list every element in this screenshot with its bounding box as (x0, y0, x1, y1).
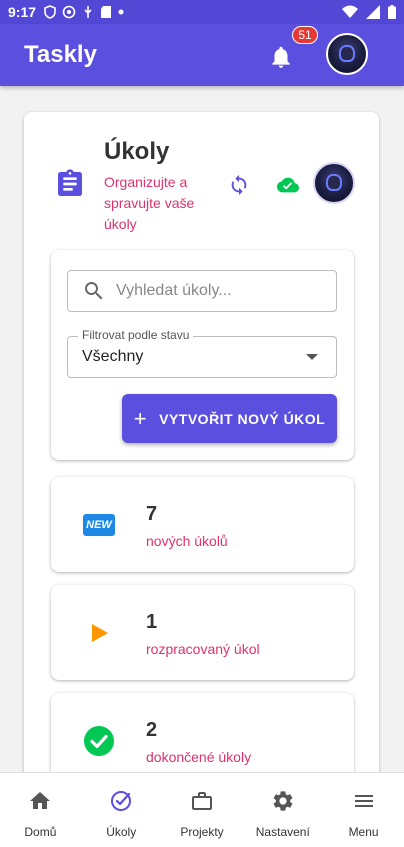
new-icon: NEW (83, 509, 115, 541)
stat-count: 2 (146, 719, 158, 741)
stat-count: 7 (146, 503, 158, 525)
stat-card-in-progress[interactable]: 1 rozpracovaný úkol (51, 585, 354, 680)
search-input[interactable] (116, 282, 316, 300)
search-icon (85, 282, 103, 300)
nav-label: Projekty (180, 825, 224, 839)
signal-icon (366, 5, 380, 19)
status-filter-select[interactable]: Filtrovat podle stavu Všechny (67, 328, 337, 378)
filter-panel: Filtrovat podle stavu Všechny + VYTVOŘIT… (51, 250, 354, 460)
stat-label: dokončené úkoly (146, 749, 252, 765)
page-subtitle: Organizujte a spravujte vaše úkoly (104, 174, 195, 232)
settings-icon (273, 791, 293, 811)
tasks-icon (111, 791, 132, 811)
cloud-done-icon (277, 177, 299, 193)
shield-icon (44, 5, 56, 19)
notification-bell-icon[interactable] (268, 44, 294, 70)
stat-label: rozpracovaný úkol (146, 641, 260, 657)
status-bar: 9:17 (0, 0, 404, 24)
wifi-icon (342, 5, 358, 18)
status-system-icons (342, 5, 396, 19)
create-task-button[interactable]: + VYTVOŘIT NOVÝ ÚKOL (122, 394, 337, 443)
home-icon (30, 792, 51, 809)
plus-icon: + (133, 405, 148, 431)
dropdown-arrow-icon (306, 354, 318, 360)
sync-icon[interactable] (228, 174, 250, 196)
nav-item-menu[interactable]: Menu (323, 773, 404, 847)
nav-label: Nastavení (255, 825, 310, 839)
search-field[interactable] (67, 270, 337, 312)
stat-label: nových úkolů (146, 533, 228, 549)
menu-icon (354, 795, 373, 807)
dot-icon (118, 9, 124, 15)
nav-item-projects[interactable]: Projekty (162, 773, 243, 847)
tasks-card: Úkoly Organizujte a spravujte vaše úkoly… (24, 112, 379, 812)
create-task-label: VYTVOŘIT NOVÝ ÚKOL (159, 410, 326, 427)
target-icon (62, 5, 76, 19)
bottom-navigation: Domů Úkoly Projekty Nastavení Menu (0, 772, 404, 847)
status-filter-label: Filtrovat podle stavu (78, 328, 194, 342)
briefcase-icon (191, 792, 212, 810)
status-time: 9:17 (8, 4, 37, 20)
status-notification-icons (44, 5, 124, 19)
profile-avatar[interactable] (313, 162, 355, 204)
nav-label: Úkoly (106, 825, 137, 839)
check-circle-icon (83, 725, 115, 757)
page-title: Úkoly (104, 138, 170, 165)
nav-item-settings[interactable]: Nastavení (242, 773, 323, 847)
sd-card-icon (101, 6, 112, 18)
play-icon (83, 617, 115, 649)
notification-count-badge: 51 (292, 26, 318, 44)
nav-label: Menu (348, 825, 379, 839)
app-title: Taskly (24, 41, 97, 68)
user-avatar[interactable] (326, 33, 368, 75)
battery-icon (388, 5, 396, 19)
stat-count: 1 (146, 611, 158, 633)
usb-icon (84, 6, 92, 18)
app-bar: Taskly 51 (0, 24, 404, 86)
nav-item-tasks[interactable]: Úkoly (81, 773, 162, 847)
stat-card-new[interactable]: NEW 7 nových úkolů (51, 477, 354, 572)
nav-item-home[interactable]: Domů (0, 773, 81, 847)
status-filter-value: Všechny (82, 348, 144, 365)
clipboard-icon (58, 169, 82, 196)
nav-label: Domů (24, 825, 57, 839)
